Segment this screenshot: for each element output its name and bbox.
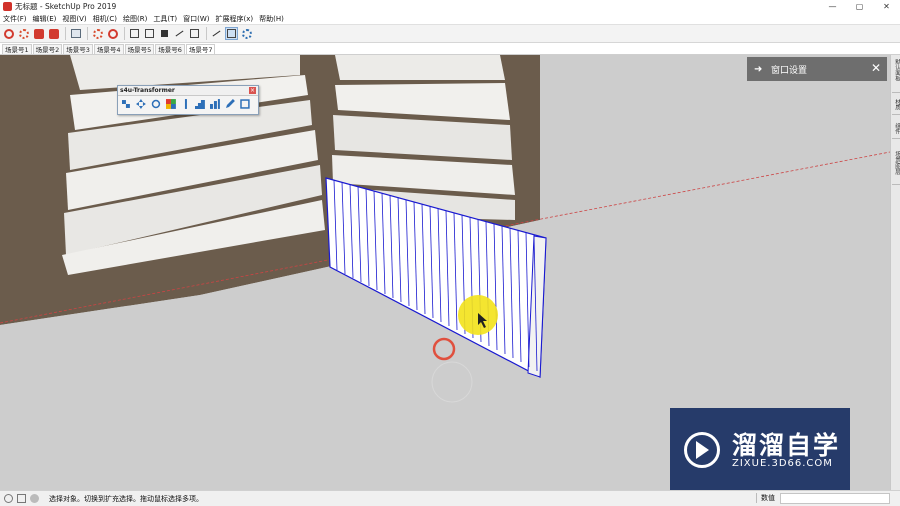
menu-view[interactable]: 视图(V): [62, 14, 86, 24]
scene-tab[interactable]: 场景号6: [155, 44, 185, 54]
open-folder-icon[interactable]: [32, 27, 45, 40]
scene-tab[interactable]: 场景号4: [93, 44, 124, 54]
gear-icon[interactable]: [17, 27, 30, 40]
title-bar: 无标题 - SketchUp Pro 2019 — ▢ ✕: [0, 0, 900, 13]
panel-arrow-icon: ➜: [754, 63, 763, 75]
scene-tabs: 场景号1 场景号2 场景号3 场景号4 场景号5 场景号6 场景号7: [0, 43, 900, 55]
component-icon[interactable]: [106, 27, 119, 40]
menu-camera[interactable]: 相机(C): [93, 14, 117, 24]
view-front-icon[interactable]: [128, 27, 141, 40]
dock-tab-scenes[interactable]: 场景/图层: [892, 149, 900, 185]
color-grid-icon[interactable]: [165, 99, 176, 109]
status-bar: 选择对象。切换到扩充选择。拖动鼠标选择多项。 数值: [0, 490, 900, 506]
toolbar-separator: [124, 27, 125, 40]
settings-icon[interactable]: [91, 27, 104, 40]
floatbar-close-button[interactable]: ×: [249, 87, 256, 94]
status-message: 选择对象。切换到扩充选择。拖动鼠标选择多项。: [49, 494, 203, 503]
play-icon: [696, 441, 709, 459]
stairs-icon[interactable]: [195, 99, 206, 109]
dock-tab-materials[interactable]: 材质: [892, 97, 900, 115]
scene-tab[interactable]: 场景号3: [63, 44, 93, 54]
menu-bar: 文件(F) 编辑(E) 视图(V) 相机(C) 绘图(R) 工具(T) 窗口(W…: [0, 13, 900, 24]
pencil-icon[interactable]: [225, 99, 236, 109]
sketchup-window: 无标题 - SketchUp Pro 2019 — ▢ ✕ 文件(F) 编辑(E…: [0, 0, 900, 506]
user-icon[interactable]: [30, 494, 39, 503]
scene-tab[interactable]: 场景号1: [2, 44, 32, 54]
view-iso-icon[interactable]: [143, 27, 156, 40]
floatbar-title: s4u-Transformer: [120, 87, 175, 94]
watermark-title: 溜溜自学: [732, 431, 841, 460]
dock-tab-components[interactable]: 组件: [892, 121, 900, 139]
window-settings-panel[interactable]: ➜ 窗口设置 ✕: [747, 57, 887, 81]
toolbar-separator: [206, 27, 207, 40]
geo-location-icon[interactable]: [4, 494, 13, 503]
maximize-button[interactable]: ▢: [846, 0, 873, 13]
panel-close-button[interactable]: ✕: [871, 61, 881, 75]
scene-tab[interactable]: 场景号5: [124, 44, 155, 54]
stretch-icon[interactable]: [240, 99, 250, 109]
rotate-icon[interactable]: [151, 99, 161, 109]
menu-extensions[interactable]: 扩展程序(x): [215, 14, 253, 24]
bars-icon[interactable]: [210, 99, 221, 109]
section-icon[interactable]: [240, 27, 253, 40]
sketchup-logo-icon[interactable]: [2, 27, 15, 40]
layers-icon[interactable]: [225, 27, 238, 40]
watermark-url: ZIXUE.3D66.COM: [732, 458, 833, 469]
orbit-icon[interactable]: [210, 27, 223, 40]
close-button[interactable]: ✕: [873, 0, 900, 13]
move-icon[interactable]: [135, 99, 146, 109]
minimize-button[interactable]: —: [819, 0, 846, 13]
menu-edit[interactable]: 编辑(E): [33, 14, 57, 24]
dock-tab-default[interactable]: 默认面板: [892, 57, 900, 93]
photo-block: [335, 55, 505, 80]
menu-file[interactable]: 文件(F): [3, 14, 27, 24]
window-controls: — ▢ ✕: [819, 0, 900, 13]
menu-tools[interactable]: 工具(T): [153, 14, 177, 24]
view-shaded-icon[interactable]: [158, 27, 171, 40]
scale-icon[interactable]: [121, 99, 131, 109]
floatbar-header[interactable]: s4u-Transformer ×: [118, 86, 258, 96]
credits-icon[interactable]: [17, 494, 26, 503]
watermark-logo: 溜溜自学 ZIXUE.3D66.COM: [670, 408, 850, 492]
s4u-transformer-toolbar[interactable]: s4u-Transformer ×: [117, 85, 259, 115]
menu-draw[interactable]: 绘图(R): [123, 14, 147, 24]
menu-help[interactable]: 帮助(H): [259, 14, 284, 24]
panel-title: 窗口设置: [771, 65, 808, 76]
scene-tab[interactable]: 场景号2: [32, 44, 63, 54]
toolbar-separator: [87, 27, 88, 40]
align-vertical-icon[interactable]: [181, 99, 191, 109]
floatbar-icons: [118, 96, 258, 112]
window-title: 无标题 - SketchUp Pro 2019: [15, 2, 117, 11]
sketchup-app-icon: [3, 2, 12, 11]
scene-tab-active[interactable]: 场景号7: [185, 44, 216, 54]
right-dock: 默认面板 材质 组件 场景/图层: [890, 55, 900, 490]
save-icon[interactable]: [47, 27, 60, 40]
measurements-label: 数值: [756, 493, 775, 503]
toolbar-separator: [65, 27, 66, 40]
rectangle-icon[interactable]: [188, 27, 201, 40]
menu-window[interactable]: 窗口(W): [183, 14, 209, 24]
line-icon[interactable]: [173, 27, 186, 40]
measurements-input[interactable]: [780, 493, 890, 504]
print-icon[interactable]: [69, 27, 82, 40]
main-toolbar: [0, 24, 900, 43]
